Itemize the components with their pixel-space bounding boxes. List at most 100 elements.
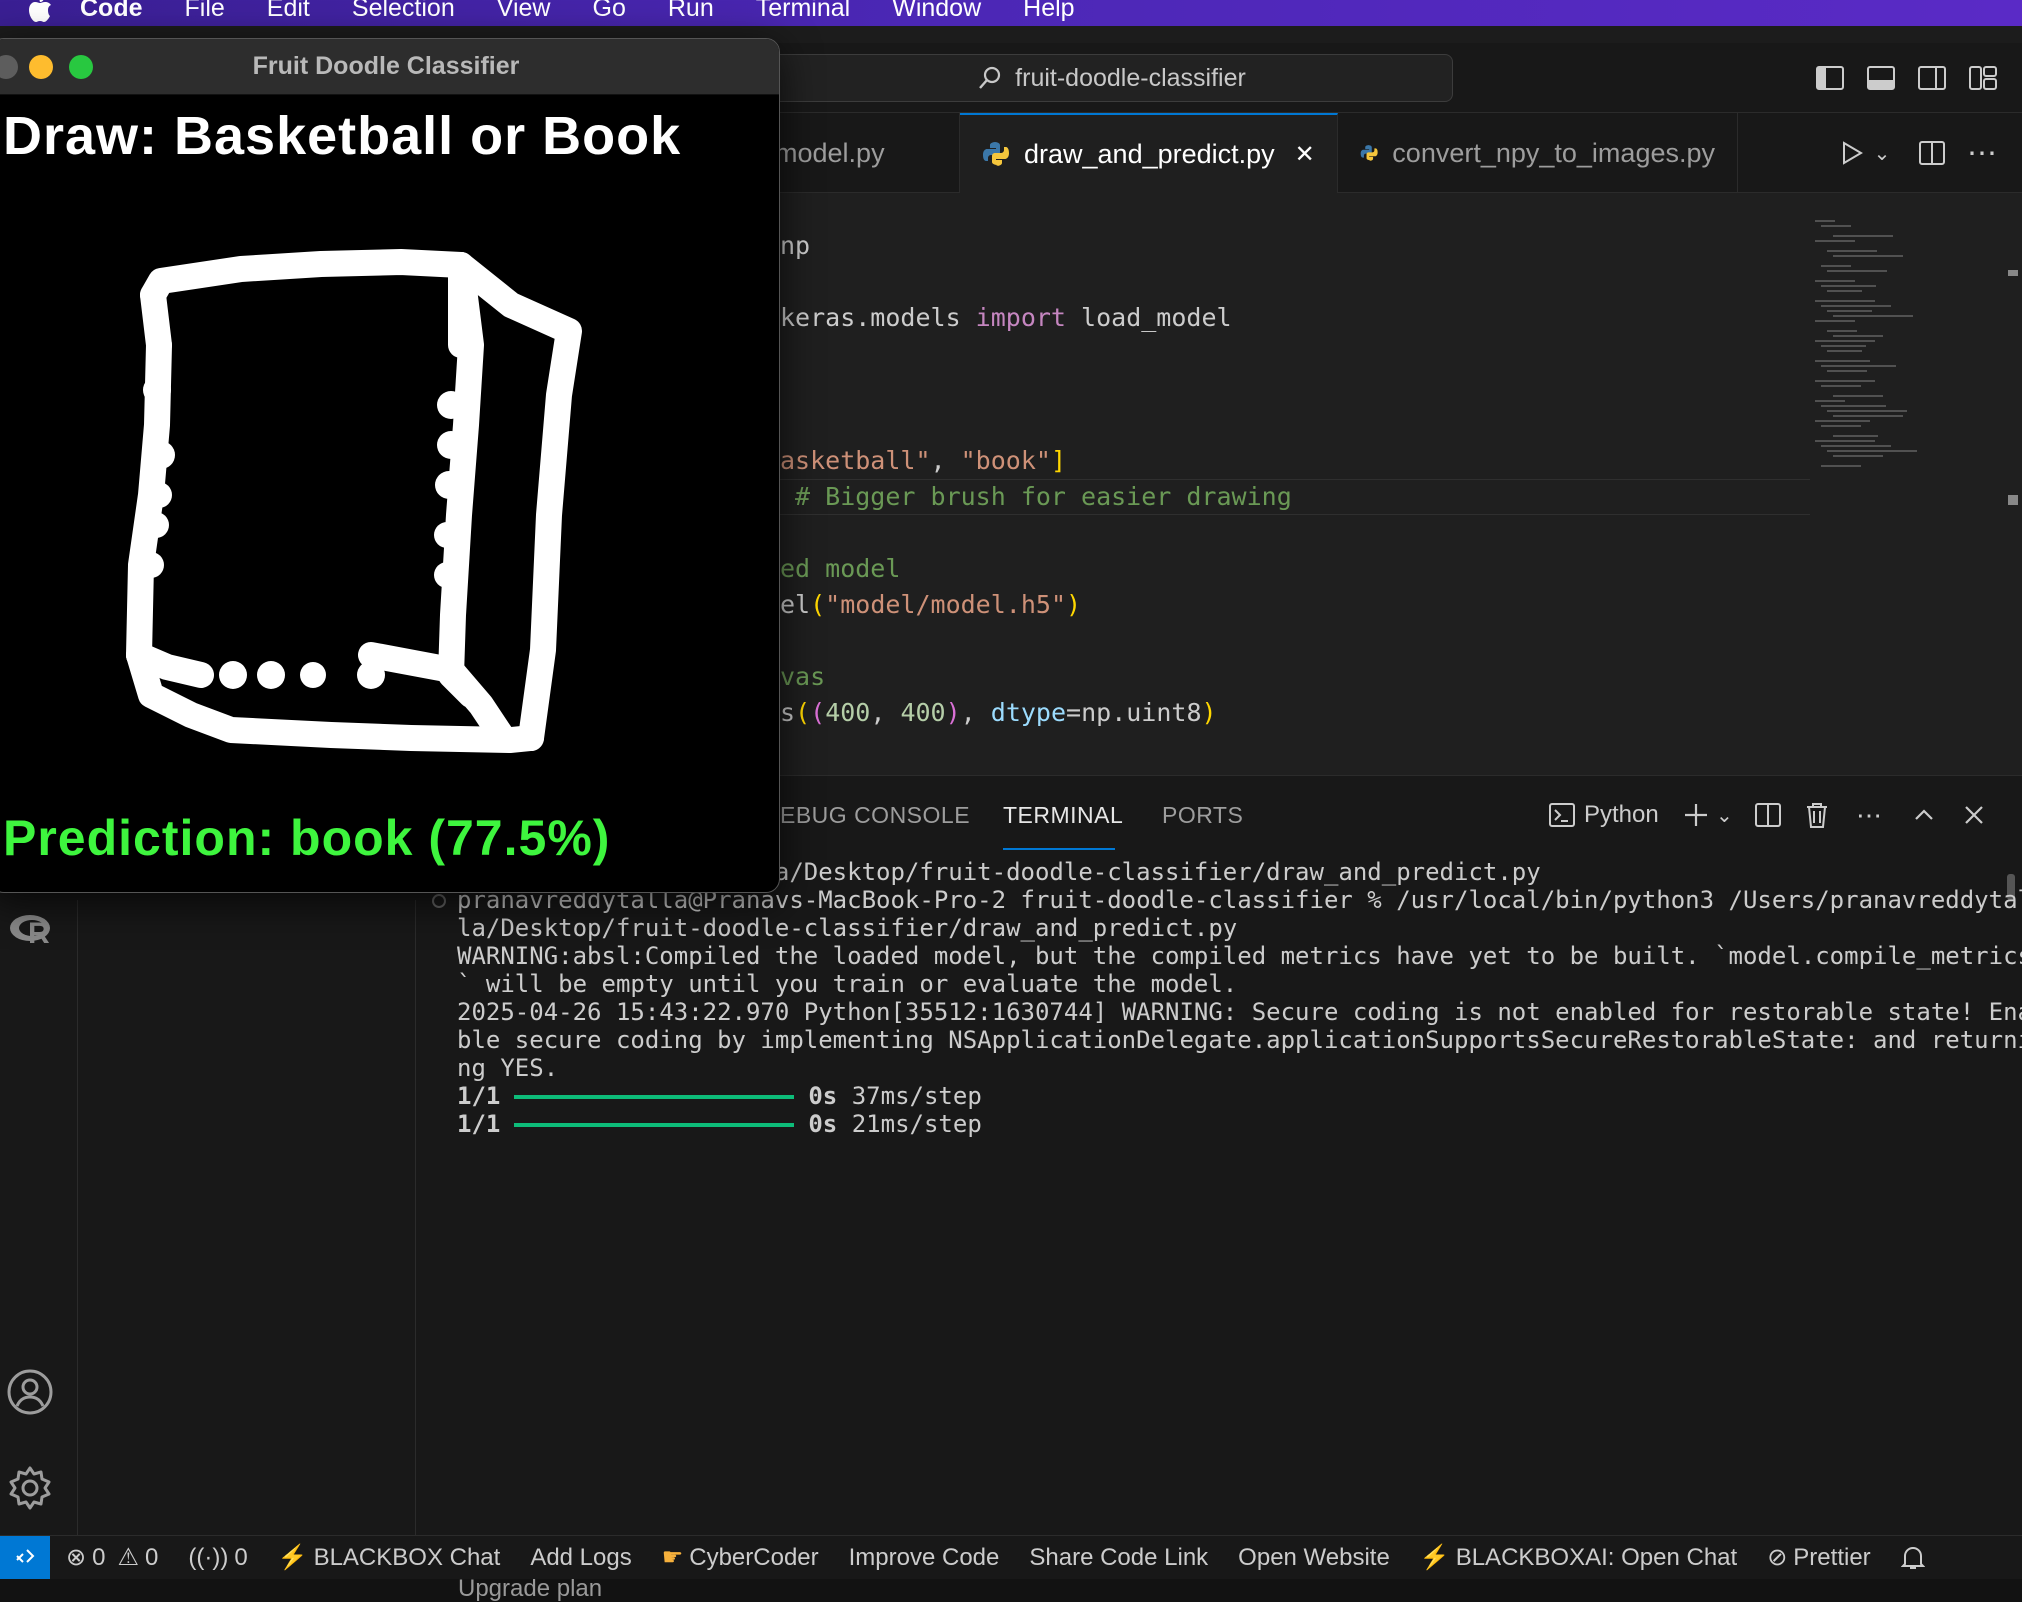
chevron-down-icon[interactable]: ⌄ bbox=[1862, 133, 1902, 173]
tab-ports[interactable]: PORTS bbox=[1162, 802, 1243, 829]
tab-model-py[interactable]: _model.py bbox=[760, 113, 960, 193]
close-panel-icon[interactable] bbox=[1962, 798, 1986, 832]
minimap-line bbox=[1821, 465, 1861, 467]
menu-window[interactable]: Window bbox=[892, 0, 981, 21]
zoom-window-icon[interactable] bbox=[69, 55, 93, 79]
command-center-search[interactable]: fruit-doodle-classifier bbox=[770, 54, 1453, 102]
doodle-canvas[interactable] bbox=[0, 95, 780, 893]
open-website-item[interactable]: Open Website bbox=[1238, 1544, 1390, 1572]
status-label: BLACKBOX Chat bbox=[313, 1543, 501, 1571]
menu-go[interactable]: Go bbox=[593, 0, 626, 21]
cv2-window[interactable]: Fruit Doodle Classifier Draw: Basketball… bbox=[0, 38, 780, 893]
menu-selection[interactable]: Selection bbox=[352, 0, 455, 21]
more-actions-icon[interactable]: ⋯ bbox=[1962, 133, 2002, 173]
minimap-line bbox=[1815, 240, 1855, 242]
cv2-window-titlebar[interactable]: Fruit Doodle Classifier bbox=[0, 39, 779, 95]
menu-run[interactable]: Run bbox=[668, 0, 714, 21]
menu-edit[interactable]: Edit bbox=[267, 0, 310, 21]
terminal-output[interactable]: /Users/pranavreddytalla/Desktop/fruit-do… bbox=[457, 856, 2022, 1138]
code-line: asketball", "book"] bbox=[780, 443, 1066, 479]
minimap-line bbox=[1833, 435, 1878, 437]
minimap-line bbox=[1821, 425, 1861, 427]
r-extension-icon[interactable]: R bbox=[8, 910, 56, 950]
account-icon[interactable] bbox=[6, 1368, 54, 1416]
split-editor-icon[interactable] bbox=[1912, 133, 1952, 173]
add-logs-item[interactable]: Add Logs bbox=[530, 1544, 631, 1572]
cybercoder-item[interactable]: ☛ CyberCoder bbox=[662, 1543, 819, 1572]
ports-indicator[interactable]: ((·)) 0 bbox=[188, 1544, 247, 1572]
activity-bar: R bbox=[0, 900, 78, 1535]
new-terminal-icon[interactable] bbox=[1682, 798, 1710, 832]
minimap-line bbox=[1821, 345, 1866, 347]
code-token: =np.uint8 bbox=[1066, 698, 1202, 727]
status-label: Add Logs bbox=[530, 1543, 632, 1571]
menu-view[interactable]: View bbox=[497, 0, 551, 21]
tab-draw-and-predict[interactable]: draw_and_predict.py ✕ bbox=[960, 113, 1338, 193]
more-actions-icon[interactable]: ⋯ bbox=[1856, 798, 1882, 832]
code-token: "book" bbox=[960, 446, 1051, 475]
background-window: Upgrade plan bbox=[0, 1579, 2022, 1602]
code-token: el bbox=[780, 590, 811, 619]
tab-label: draw_and_predict.py bbox=[1024, 138, 1275, 169]
settings-gear-icon[interactable] bbox=[6, 1464, 54, 1512]
minimap-line bbox=[1821, 225, 1851, 227]
code-token: ) bbox=[1066, 590, 1082, 619]
minimap-line bbox=[1815, 420, 1870, 422]
warning-count: 0 bbox=[144, 1543, 159, 1571]
minimap-line bbox=[1815, 320, 1855, 322]
terminal-profile[interactable]: Python bbox=[1548, 798, 1659, 832]
minimap-line bbox=[1827, 370, 1867, 372]
improve-code-item[interactable]: Improve Code bbox=[849, 1544, 1000, 1572]
minimap-line bbox=[1821, 445, 1891, 447]
trash-icon[interactable] bbox=[1804, 798, 1830, 832]
remote-indicator-icon[interactable] bbox=[0, 1535, 50, 1580]
toggle-secondary-sidebar-icon[interactable] bbox=[1917, 63, 1947, 93]
status-label: Share Code Link bbox=[1029, 1543, 1209, 1571]
blackboxai-open-chat-item[interactable]: ⚡ BLACKBOXAI: Open Chat bbox=[1420, 1543, 1737, 1572]
code-token: s bbox=[780, 698, 796, 727]
minimap-line bbox=[1827, 330, 1857, 332]
customize-layout-icon[interactable] bbox=[1968, 63, 1998, 93]
terminal-line: WARNING:absl:Compiled the loaded model, … bbox=[457, 942, 2022, 970]
tab-debug-console[interactable]: EBUG CONSOLE bbox=[780, 802, 970, 829]
minimap-line bbox=[1815, 400, 1845, 402]
upgrade-plan-label[interactable]: Upgrade plan bbox=[458, 1579, 602, 1602]
toggle-panel-icon[interactable] bbox=[1866, 63, 1896, 93]
scrollbar-marker bbox=[2008, 495, 2018, 505]
tab-terminal[interactable]: TERMINAL bbox=[1003, 802, 1123, 829]
chevron-down-icon[interactable]: ⌄ bbox=[1716, 798, 1733, 832]
share-code-link-item[interactable]: Share Code Link bbox=[1029, 1544, 1208, 1572]
tab-convert-npy[interactable]: convert_npy_to_images.py bbox=[1338, 113, 1738, 193]
apple-menu-icon[interactable] bbox=[0, 0, 80, 24]
blackbox-chat-item[interactable]: ⚡ BLACKBOX Chat bbox=[278, 1543, 501, 1572]
terminal-line: la/Desktop/fruit-doodle-classifier/draw_… bbox=[457, 914, 1238, 942]
status-label: Open Website bbox=[1238, 1543, 1390, 1571]
minimap-line bbox=[1815, 340, 1875, 342]
menu-app-code[interactable]: Code bbox=[80, 0, 143, 21]
code-token: dtype bbox=[990, 698, 1067, 727]
terminal-line: ng YES. bbox=[457, 1054, 559, 1082]
split-terminal-icon[interactable] bbox=[1754, 798, 1782, 832]
code-token: load_model bbox=[1065, 303, 1232, 332]
minimap-line bbox=[1821, 405, 1886, 407]
minimap-line bbox=[1833, 315, 1913, 317]
command-decoration-icon[interactable] bbox=[432, 894, 446, 908]
lightning-icon: ⚡ bbox=[277, 1544, 308, 1571]
toggle-primary-sidebar-icon[interactable] bbox=[1815, 63, 1845, 93]
menu-help[interactable]: Help bbox=[1023, 0, 1074, 21]
prettier-item[interactable]: ⊘ Prettier bbox=[1767, 1543, 1870, 1572]
minimize-window-icon[interactable] bbox=[29, 55, 53, 79]
code-token: ( bbox=[795, 698, 811, 727]
minimap[interactable] bbox=[1815, 220, 2000, 520]
menu-terminal[interactable]: Terminal bbox=[756, 0, 850, 21]
minimap-line bbox=[1827, 310, 1872, 312]
problems-indicator[interactable]: ⊗ 0 ⚠ 0 bbox=[66, 1543, 158, 1572]
minimap-line bbox=[1827, 250, 1877, 252]
code-line: s((400, 400), dtype=np.uint8) bbox=[780, 695, 1217, 731]
close-tab-icon[interactable]: ✕ bbox=[1295, 140, 1315, 169]
notifications-bell-icon[interactable] bbox=[1900, 1545, 1925, 1571]
code-token: np bbox=[780, 231, 811, 260]
maximize-panel-icon[interactable] bbox=[1912, 798, 1936, 832]
menu-file[interactable]: File bbox=[185, 0, 225, 21]
progress-time: 0s bbox=[808, 1082, 838, 1110]
